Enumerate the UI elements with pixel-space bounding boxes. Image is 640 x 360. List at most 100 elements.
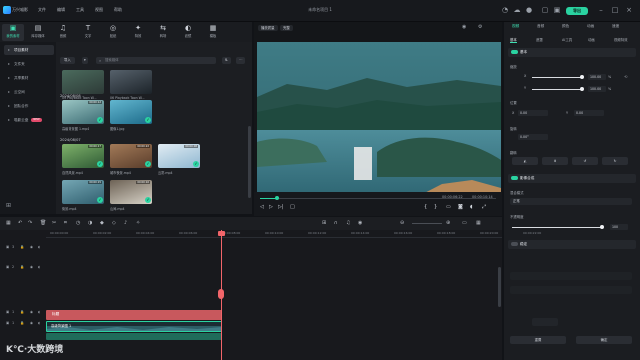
position-x-input[interactable]: 0.00 — [518, 110, 548, 116]
mute-icon[interactable]: ◖ — [38, 265, 40, 269]
media-thumbnail[interactable]: 00:00:17 ✓ — [62, 144, 104, 168]
tool-template[interactable]: ▦ 模板 — [202, 24, 224, 41]
stabilize-level-select[interactable] — [510, 272, 632, 280]
sort-icon[interactable]: ⇅ — [222, 57, 231, 64]
rotate-input[interactable]: 0.00° — [518, 134, 548, 140]
stabilize-mode-select[interactable] — [510, 286, 632, 294]
scale-x-input[interactable]: 100.00 — [588, 74, 606, 80]
property-tab[interactable]: 颜色 — [562, 24, 569, 29]
next-frame-icon[interactable]: ▷| — [278, 204, 284, 210]
snapshot-icon[interactable]: ◉ — [462, 24, 466, 30]
media-thumbnail[interactable] — [110, 70, 152, 94]
ratio-select[interactable]: 完整 — [280, 25, 293, 31]
eye-icon[interactable]: ◉ — [30, 310, 33, 314]
marker-icon[interactable]: ◆ — [100, 220, 104, 226]
redo-icon[interactable]: ↷ — [28, 220, 32, 226]
media-thumbnail[interactable] — [62, 70, 104, 94]
keyframe-icon[interactable]: ◇ — [112, 220, 116, 226]
mute-icon[interactable]: ◖ — [38, 310, 40, 314]
playhead-marker[interactable] — [218, 289, 224, 299]
expand-icon[interactable]: ⤢ — [482, 204, 486, 210]
import-button[interactable]: 导入 — [60, 57, 75, 64]
more-icon[interactable]: ⋯ — [236, 57, 246, 64]
basic-toggle[interactable] — [511, 50, 518, 54]
add-folder-icon[interactable]: ⊞ — [6, 202, 11, 209]
close-icon[interactable]: × — [624, 5, 634, 15]
reset-button[interactable]: 重置 — [510, 336, 566, 344]
playhead-handle[interactable] — [218, 231, 225, 236]
property-tab[interactable]: 视频 — [512, 24, 519, 29]
eye-icon[interactable]: ◉ — [30, 245, 33, 249]
scale-x-slider[interactable] — [532, 75, 584, 79]
previous-frame-icon[interactable]: ◁ — [260, 204, 264, 210]
magnet-icon[interactable]: ∩ — [334, 220, 338, 226]
media-thumbnail[interactable]: 00:00:08 ✓ — [158, 144, 200, 168]
media-search-input[interactable]: 搜索媒体 — [96, 57, 216, 64]
mute-icon[interactable]: ◖ — [38, 321, 40, 325]
delete-icon[interactable]: 🗑 — [40, 220, 46, 226]
tool-folder[interactable]: ▤ 库存媒体 — [27, 24, 49, 41]
compositing-toggle[interactable] — [511, 176, 518, 180]
sidebar-item[interactable]: ▸ 文件夹 — [4, 59, 54, 69]
mark-out-icon[interactable]: } — [434, 204, 437, 210]
property-subtab[interactable]: 动画 — [588, 37, 595, 42]
sidebar-item[interactable]: ▸ 云空间 — [4, 87, 54, 97]
tool-media[interactable]: ▣ 我的素材 — [2, 24, 24, 41]
media-thumbnail[interactable]: 00:00:22 ✓ — [110, 144, 152, 168]
ok-button[interactable]: 确定 — [576, 336, 632, 344]
property-subtab[interactable]: AI工具 — [562, 37, 572, 42]
color-icon[interactable]: ◑ — [88, 220, 92, 226]
filter-icon[interactable]: ▾ — [82, 57, 88, 64]
audio-clip[interactable] — [46, 333, 222, 340]
property-tab[interactable]: 音频 — [537, 24, 544, 29]
export-button[interactable]: 导出 — [566, 7, 588, 15]
media-thumbnail[interactable]: 00:00:15 ✓ — [62, 180, 104, 204]
lock-icon[interactable]: 🔒 — [20, 265, 24, 269]
blend-mode-select[interactable]: 正常 — [510, 198, 632, 205]
settings-icon[interactable]: ⚙ — [478, 24, 482, 30]
sidebar-item[interactable]: ▸ 项目素材 — [4, 45, 54, 55]
cloud-icon[interactable]: ☁ — [512, 5, 522, 15]
stop-icon[interactable]: □ — [290, 204, 295, 210]
snap-icon[interactable]: ⊞ — [322, 220, 326, 226]
media-thumbnail[interactable]: ✓ — [110, 100, 152, 124]
minimize-icon[interactable]: – — [596, 5, 606, 15]
flip-horizontal-button[interactable]: ◭ — [512, 157, 538, 165]
zoom-in-icon[interactable]: ⊕ — [446, 220, 450, 226]
fit-icon[interactable]: ▭ — [462, 220, 467, 226]
speed-icon[interactable]: ◷ — [76, 220, 80, 226]
flip-vertical-button[interactable]: ⬍ — [542, 157, 568, 165]
mark-in-icon[interactable]: { — [424, 204, 427, 210]
sidebar-item[interactable]: ▸ 团队合作 — [4, 101, 54, 111]
undo-icon[interactable]: ↶ — [18, 220, 22, 226]
maximize-icon[interactable]: □ — [610, 5, 620, 15]
property-subtab[interactable]: 基本 — [510, 37, 517, 43]
sidebar-item[interactable]: ▸ 喵影云盘 NEW — [4, 115, 54, 125]
stabilize-section-header[interactable]: 稳定 — [508, 240, 636, 249]
eye-icon[interactable]: ◉ — [30, 265, 33, 269]
rotate-right-button[interactable]: ↻ — [602, 157, 628, 165]
zoom-out-icon[interactable]: ⊖ — [400, 220, 404, 226]
voice-icon[interactable]: ♪ — [124, 220, 127, 226]
timeline-scrollbar[interactable] — [498, 267, 501, 307]
tool-music[interactable]: ♫ 音频 — [52, 24, 74, 41]
mute-icon[interactable]: ◖ — [38, 245, 40, 249]
scale-y-slider[interactable] — [532, 87, 584, 91]
tool-filter[interactable]: ◐ 滤镜 — [177, 24, 199, 41]
layout-icon[interactable]: ▢ — [540, 5, 550, 15]
notification-icon[interactable]: ◔ — [500, 5, 510, 15]
split-icon[interactable]: ✂ — [52, 220, 56, 226]
timeline-ruler[interactable]: 00:00:00:00 00:00:02:00 00:00:04:00 00:00:0… — [46, 230, 541, 238]
reset-scale-icon[interactable]: ⟲ — [624, 74, 627, 79]
gift-icon[interactable]: ▣ — [552, 5, 562, 15]
crop-icon[interactable]: ⌗ — [64, 220, 67, 226]
grid-icon[interactable]: ▦ — [476, 220, 481, 226]
lock-icon[interactable]: 🔒 — [20, 310, 24, 314]
tool-sticker[interactable]: ◎ 贴纸 — [102, 24, 124, 41]
zoom-slider[interactable] — [412, 223, 442, 224]
volume-icon[interactable]: ◖ — [470, 204, 473, 210]
lock-icon[interactable]: 🔒 — [20, 245, 24, 249]
ai-icon[interactable]: ✧ — [136, 220, 140, 226]
playback-progress-knob[interactable] — [274, 196, 279, 200]
scale-y-input[interactable]: 100.00 — [588, 86, 606, 92]
